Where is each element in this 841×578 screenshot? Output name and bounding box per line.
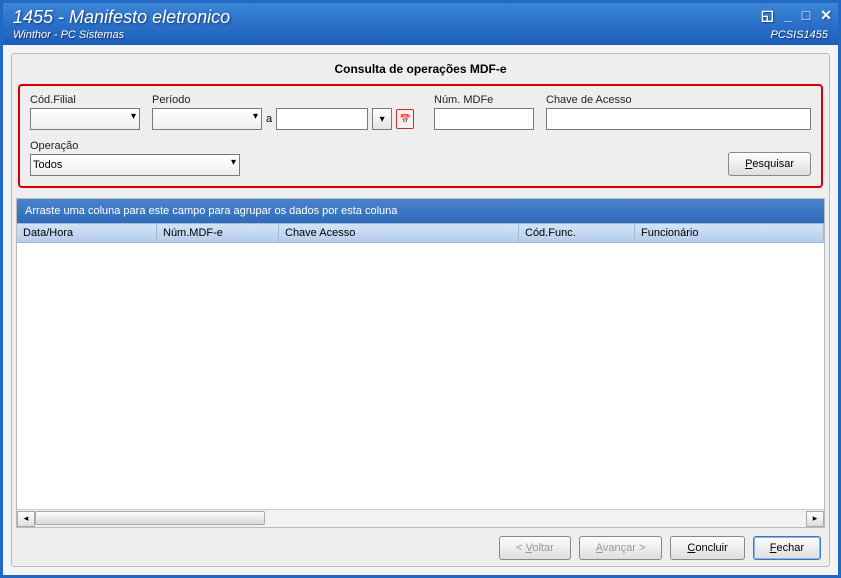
col-header-codfunc[interactable]: Cód.Func. bbox=[519, 224, 635, 242]
pesquisar-button[interactable]: Pesquisar bbox=[728, 152, 811, 176]
cod-filial-select[interactable] bbox=[30, 108, 140, 130]
scroll-track[interactable] bbox=[35, 511, 806, 527]
panel-title: Consulta de operações MDF-e bbox=[16, 58, 825, 82]
periodo-inicio-select[interactable] bbox=[152, 108, 262, 130]
num-mdfe-input[interactable] bbox=[434, 108, 534, 130]
periodo-fim-input[interactable] bbox=[276, 108, 368, 130]
col-header-funcionario[interactable]: Funcionário bbox=[635, 224, 824, 242]
scroll-right-icon[interactable]: ▸ bbox=[806, 511, 824, 527]
window-code: PCSIS1455 bbox=[771, 29, 828, 41]
minimize-icon[interactable]: _ bbox=[784, 7, 792, 24]
calendar-icon[interactable]: 📅 bbox=[396, 109, 414, 129]
avancar-button: Avançar > bbox=[579, 536, 663, 560]
operacao-label: Operação bbox=[30, 140, 240, 152]
main-panel: Consulta de operações MDF-e Cód.Filial P… bbox=[11, 53, 830, 567]
grid-area: Arraste uma coluna para este campo para … bbox=[16, 198, 825, 528]
scroll-thumb[interactable] bbox=[35, 511, 265, 525]
window-title: 1455 - Manifesto eletronico bbox=[13, 7, 230, 28]
col-header-chave[interactable]: Chave Acesso bbox=[279, 224, 519, 242]
restore-icon[interactable]: ◱ bbox=[761, 7, 774, 24]
grid-body[interactable] bbox=[17, 243, 824, 509]
app-window: 1455 - Manifesto eletronico Winthor - PC… bbox=[0, 0, 841, 578]
scroll-left-icon[interactable]: ◂ bbox=[17, 511, 35, 527]
operacao-select[interactable]: Todos bbox=[30, 154, 240, 176]
close-icon[interactable]: ✕ bbox=[820, 7, 832, 24]
periodo-label: Período bbox=[152, 94, 422, 106]
maximize-icon[interactable]: □ bbox=[802, 7, 810, 24]
window-subtitle: Winthor - PC Sistemas bbox=[13, 29, 124, 41]
horizontal-scrollbar[interactable]: ◂ ▸ bbox=[17, 509, 824, 527]
window-controls: ◱ _ □ ✕ bbox=[761, 7, 832, 24]
footer-buttons: < Voltar Avançar > Concluir Fechar bbox=[16, 528, 825, 562]
filter-box: Cód.Filial Período a ▾ 📅 bbox=[18, 84, 823, 188]
periodo-fim-dropdown[interactable]: ▾ bbox=[372, 108, 392, 130]
col-header-datahora[interactable]: Data/Hora bbox=[17, 224, 157, 242]
chave-acesso-input[interactable] bbox=[546, 108, 811, 130]
titlebar: 1455 - Manifesto eletronico Winthor - PC… bbox=[3, 3, 838, 45]
num-mdfe-label: Núm. MDFe bbox=[434, 94, 534, 106]
col-header-nummdf[interactable]: Núm.MDF-e bbox=[157, 224, 279, 242]
fechar-button[interactable]: Fechar bbox=[753, 536, 821, 560]
concluir-button[interactable]: Concluir bbox=[670, 536, 744, 560]
periodo-sep: a bbox=[266, 113, 272, 125]
column-headers: Data/Hora Núm.MDF-e Chave Acesso Cód.Fun… bbox=[17, 223, 824, 243]
cod-filial-label: Cód.Filial bbox=[30, 94, 140, 106]
content-area: Consulta de operações MDF-e Cód.Filial P… bbox=[3, 45, 838, 575]
voltar-button: < Voltar bbox=[499, 536, 571, 560]
group-by-bar[interactable]: Arraste uma coluna para este campo para … bbox=[17, 199, 824, 223]
chave-acesso-label: Chave de Acesso bbox=[546, 94, 811, 106]
